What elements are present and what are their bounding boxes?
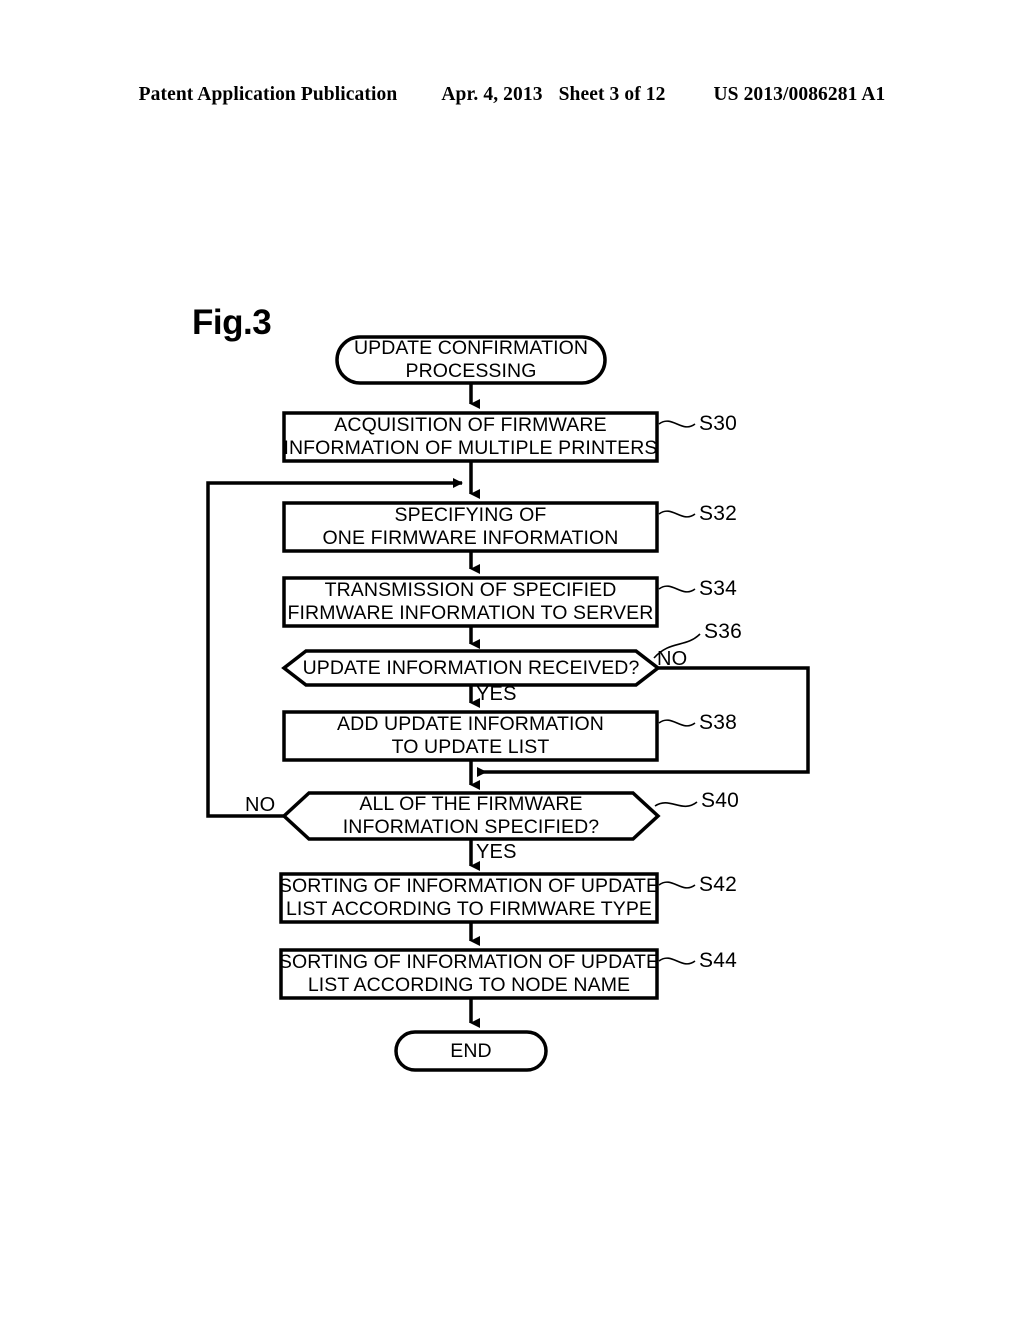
flowchart-diagram: UPDATE CONFIRMATION PROCESSING ACQUISITI…: [0, 0, 1024, 1320]
node-s36-shape: [281, 649, 661, 687]
node-s38-shape: [282, 710, 659, 762]
step-label-s40: S40: [701, 789, 739, 812]
leader-s34: [658, 585, 696, 593]
leader-s42: [658, 881, 696, 889]
node-s40-shape: [281, 791, 661, 841]
node-end-shape: [394, 1030, 548, 1072]
node-s44-shape: [279, 948, 659, 1000]
node-s34-shape: [282, 576, 659, 628]
step-label-s42: S42: [699, 873, 737, 896]
leader-s32: [658, 510, 696, 518]
branch-label-s40-no: NO: [245, 794, 276, 816]
node-start-shape: [335, 335, 607, 385]
leader-s30: [658, 420, 696, 428]
step-label-s38: S38: [699, 711, 737, 734]
leader-s38: [658, 719, 696, 727]
branch-label-s36-yes: YES: [476, 683, 517, 705]
node-s32-shape: [282, 501, 659, 553]
leader-s40: [654, 801, 698, 808]
step-label-s34: S34: [699, 577, 737, 600]
branch-label-s36-no: NO: [657, 648, 688, 670]
flowchart-canvas: [206, 335, 810, 1072]
step-label-s32: S32: [699, 502, 737, 525]
step-label-s36: S36: [704, 620, 742, 643]
node-s30-shape: [282, 411, 659, 463]
step-label-s44: S44: [699, 949, 737, 972]
branch-label-s40-yes: YES: [476, 841, 517, 863]
leader-s44: [658, 957, 696, 965]
node-s42-shape: [279, 872, 659, 924]
step-label-s30: S30: [699, 412, 737, 435]
